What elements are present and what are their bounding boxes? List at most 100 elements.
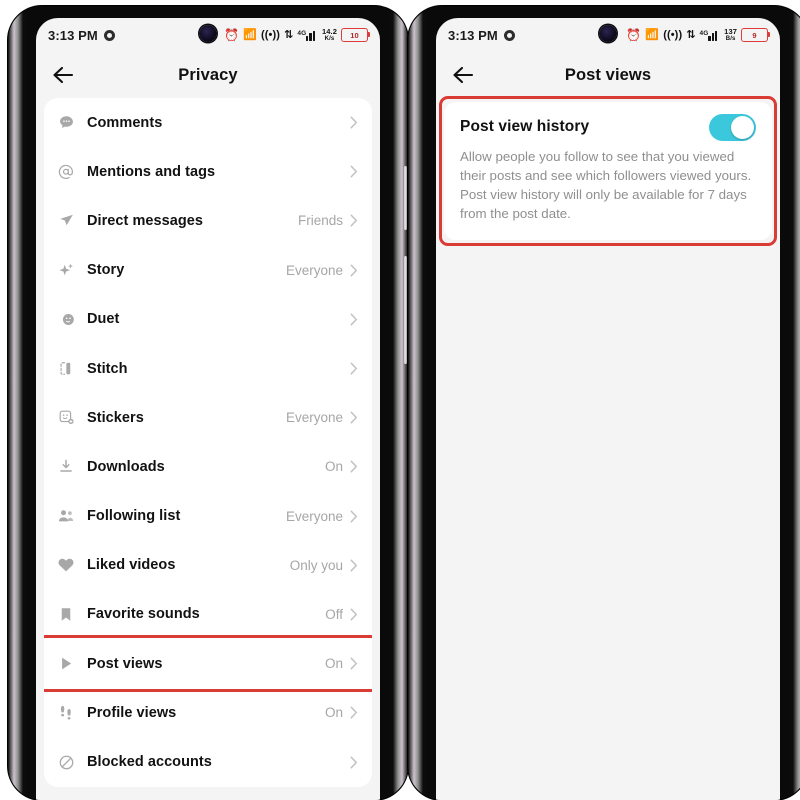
battery-level-label: 10 <box>350 30 359 40</box>
paper-plane-icon <box>54 212 78 229</box>
sidebar-item-stickers[interactable]: Stickers Everyone <box>44 393 372 442</box>
camera-dot-icon <box>503 29 515 41</box>
sidebar-item-value: On <box>324 656 343 672</box>
data-up-down-icon: ⇅ <box>686 28 696 41</box>
post-views-content: Post view history Allow people you follo… <box>436 96 780 800</box>
sidebar-item-duet[interactable]: Duet <box>44 295 372 344</box>
chevron-right-icon <box>350 460 358 473</box>
post-view-history-toggle[interactable] <box>709 114 756 141</box>
app-bar-left: Privacy <box>36 52 380 98</box>
data-up-down-icon: ⇅ <box>284 28 294 41</box>
phone-device-left: 3:13 PM ⏰ 📶 ((•)) ⇅ 4G 14.2 K/s 10 Priva… <box>8 6 408 800</box>
network-type-label: 4G <box>297 29 307 37</box>
footprints-icon <box>54 704 78 721</box>
post-view-history-title: Post view history <box>460 118 590 135</box>
at-mention-icon <box>54 163 78 181</box>
download-icon <box>54 458 78 475</box>
sidebar-item-value: Off <box>325 606 343 622</box>
sidebar-item-post-views[interactable]: Post views On <box>44 639 372 688</box>
page-title: Post views <box>564 65 652 84</box>
network-speed-value: 137 <box>724 26 737 36</box>
chevron-right-icon <box>350 165 358 178</box>
battery-indicator: 10 <box>341 28 370 42</box>
battery-indicator: 9 <box>741 28 770 42</box>
app-bar-right: Post views <box>436 52 780 98</box>
sidebar-item-direct-messages[interactable]: Direct messages Friends <box>44 196 372 245</box>
back-arrow-icon[interactable] <box>50 62 76 88</box>
page-title: Privacy <box>178 65 238 84</box>
network-speed-unit: B/s <box>725 36 736 43</box>
chevron-right-icon <box>350 411 358 424</box>
sidebar-item-label: Blocked accounts <box>87 754 212 771</box>
sidebar-item-value: Everyone <box>285 410 343 426</box>
chevron-right-icon <box>350 559 358 572</box>
sidebar-item-profile-views[interactable]: Profile views On <box>44 688 372 737</box>
comment-bubble-icon <box>54 114 78 131</box>
front-camera-punch-hole <box>199 25 217 42</box>
status-bar-left-group: 3:13 PM <box>48 28 115 43</box>
network-speed-indicator: 137 B/s <box>724 28 737 43</box>
front-camera-punch-hole <box>599 25 617 42</box>
status-bar-left: 3:13 PM ⏰ 📶 ((•)) ⇅ 4G 14.2 K/s 10 <box>36 18 380 52</box>
status-bar-right-group: ⏰ 📶 ((•)) ⇅ 4G 137 B/s 9 <box>626 28 770 43</box>
chevron-right-icon <box>350 756 358 769</box>
wireless-signal-icon: ((•)) <box>261 28 281 41</box>
sidebar-item-value: Friends <box>297 213 343 229</box>
chevron-right-icon <box>350 313 358 326</box>
chevron-right-icon <box>350 214 358 227</box>
post-views-row-wrapper: Post views On <box>44 635 372 693</box>
chevron-right-icon <box>350 116 358 129</box>
sidebar-item-label: Stickers <box>87 409 144 426</box>
sidebar-item-label: Comments <box>87 114 163 131</box>
sidebar-item-stitch[interactable]: Stitch <box>44 344 372 393</box>
sidebar-item-label: Stitch <box>87 360 128 377</box>
status-clock: 3:13 PM <box>48 27 98 43</box>
power-button[interactable] <box>404 256 407 364</box>
stitch-icon <box>54 360 78 377</box>
network-type-label: 4G <box>699 29 709 37</box>
privacy-settings-content: Comments Mentions and tags Direct messag… <box>36 98 380 800</box>
sidebar-item-value: On <box>324 459 343 475</box>
post-view-history-header: Post view history <box>460 114 756 141</box>
sidebar-item-value: Only you <box>289 557 343 573</box>
status-bar-right-group: ⏰ 📶 ((•)) ⇅ 4G 14.2 K/s 10 <box>224 28 370 42</box>
camera-dot-icon <box>103 29 115 41</box>
post-view-history-description: Allow people you follow to see that you … <box>460 149 752 221</box>
sidebar-item-label: Profile views <box>87 704 177 721</box>
cellular-signal-icon: 4G <box>700 30 721 41</box>
sidebar-item-label: Downloads <box>87 458 165 475</box>
battery-level-label: 9 <box>752 30 757 40</box>
sidebar-item-liked-videos[interactable]: Liked videos Only you <box>44 541 372 590</box>
sidebar-item-label: Mentions and tags <box>87 163 216 180</box>
toggle-knob <box>731 116 754 139</box>
alarm-clock-icon: ⏰ <box>626 28 642 42</box>
back-arrow-icon[interactable] <box>450 62 476 88</box>
sidebar-item-label: Favorite sounds <box>87 606 200 623</box>
volume-button[interactable] <box>404 166 407 230</box>
status-clock: 3:13 PM <box>448 27 498 43</box>
blocked-circle-icon <box>54 754 78 771</box>
sidebar-item-favorite-sounds[interactable]: Favorite sounds Off <box>44 590 372 639</box>
chevron-right-icon <box>350 657 358 670</box>
sidebar-item-following-list[interactable]: Following list Everyone <box>44 492 372 541</box>
phone-screen-right: 3:13 PM ⏰ 📶 ((•)) ⇅ 4G 137 B/s 9 Post vi… <box>436 18 780 800</box>
sidebar-item-story[interactable]: Story Everyone <box>44 246 372 295</box>
screenshot-stage: 3:13 PM ⏰ 📶 ((•)) ⇅ 4G 14.2 K/s 10 Priva… <box>0 0 800 800</box>
bluetooth-icon: 📶 <box>645 28 660 41</box>
post-view-history-panel: Post view history Allow people you follo… <box>444 102 772 240</box>
sidebar-item-value: Everyone <box>285 508 343 524</box>
chevron-right-icon <box>350 264 358 277</box>
heart-icon <box>54 557 78 573</box>
sidebar-item-value: On <box>324 705 343 721</box>
sidebar-item-comments[interactable]: Comments <box>44 98 372 147</box>
phone-screen-left: 3:13 PM ⏰ 📶 ((•)) ⇅ 4G 14.2 K/s 10 Priva… <box>36 18 380 800</box>
sidebar-item-label: Liked videos <box>87 557 176 574</box>
sidebar-item-mentions-and-tags[interactable]: Mentions and tags <box>44 147 372 196</box>
sidebar-item-label: Story <box>87 262 125 279</box>
sidebar-item-label: Post views <box>87 655 163 672</box>
privacy-settings-card: Comments Mentions and tags Direct messag… <box>44 98 372 787</box>
sidebar-item-downloads[interactable]: Downloads On <box>44 442 372 491</box>
sidebar-item-blocked-accounts[interactable]: Blocked accounts <box>44 737 372 786</box>
phone-device-right: 3:13 PM ⏰ 📶 ((•)) ⇅ 4G 137 B/s 9 Post vi… <box>408 6 800 800</box>
bookmark-icon <box>54 606 78 623</box>
